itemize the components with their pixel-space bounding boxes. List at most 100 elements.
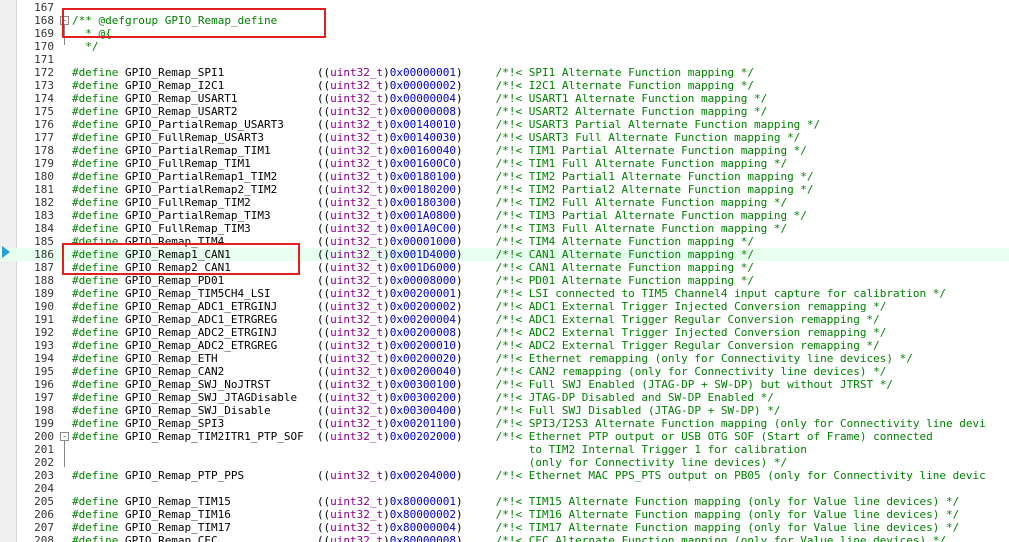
- code-line[interactable]: 198 #define GPIO_Remap_SWJ_Disable ((uint32…: [0, 404, 1009, 417]
- inline-comment: /*!< USART1 Alternate Function mapping *…: [495, 92, 768, 105]
- open-paren: ((: [316, 66, 331, 79]
- code-line[interactable]: 171: [0, 53, 1009, 66]
- define-keyword: #define: [72, 92, 119, 105]
- line-number: 178: [34, 144, 54, 157]
- define-keyword: #define: [72, 352, 119, 365]
- line-number: 191: [34, 313, 54, 326]
- define-keyword: #define: [72, 287, 119, 300]
- code-line[interactable]: 179 #define GPIO_FullRemap_TIM1 ((uint32_t)…: [0, 157, 1009, 170]
- close-paren: ): [383, 92, 390, 105]
- code-line[interactable]: 192 #define GPIO_Remap_ADC2_ETRGINJ ((uint3…: [0, 326, 1009, 339]
- inline-comment: /*!< Ethernet MAC PPS_PTS output on PB05…: [495, 469, 986, 482]
- close-paren: ): [383, 287, 390, 300]
- inline-comment: /*!< Ethernet PTP output or USB OTG SOF …: [495, 430, 933, 443]
- code-line[interactable]: 178 #define GPIO_PartialRemap_TIM1 ((uint32…: [0, 144, 1009, 157]
- close-paren: ): [383, 248, 390, 261]
- inline-comment: /*!< TIM15 Alternate Function mapping (o…: [495, 495, 960, 508]
- code-line[interactable]: 180 #define GPIO_PartialRemap1_TIM2 ((uint3…: [0, 170, 1009, 183]
- hex-value: 0x00000004: [389, 92, 456, 105]
- code-line[interactable]: 203 #define GPIO_Remap_PTP_PPS ((uint32_t) 0…: [0, 469, 1009, 482]
- code-line[interactable]: 184 #define GPIO_FullRemap_TIM3 ((uint32_t)…: [0, 222, 1009, 235]
- code-line[interactable]: 182 #define GPIO_FullRemap_TIM2 ((uint32_t)…: [0, 196, 1009, 209]
- code-line[interactable]: 205 #define GPIO_Remap_TIM15 ((uint32_t) 0x8…: [0, 495, 1009, 508]
- inline-comment: /*!< TIM3 Partial Alternate Function map…: [495, 209, 807, 222]
- define-keyword: #define: [72, 144, 119, 157]
- type-name: uint32_t: [330, 222, 384, 235]
- code-line[interactable]: 173 #define GPIO_Remap_I2C1 ((uint32_t) 0x00…: [0, 79, 1009, 92]
- close-paren: ): [455, 300, 463, 313]
- code-line[interactable]: 193 #define GPIO_Remap_ADC2_ETRGREG ((uint3…: [0, 339, 1009, 352]
- open-paren: ((: [316, 209, 331, 222]
- code-line[interactable]: 191 #define GPIO_Remap_ADC1_ETRGREG ((uint3…: [0, 313, 1009, 326]
- define-keyword: #define: [72, 274, 119, 287]
- fold-toggle-icon[interactable]: -: [60, 432, 69, 441]
- hex-value: 0x001D4000: [389, 248, 456, 261]
- code-line[interactable]: 175 #define GPIO_Remap_USART2 ((uint32_t) 0x…: [0, 105, 1009, 118]
- line-number: 194: [34, 352, 54, 365]
- code-line[interactable]: 201 to TIM2 Internal Trigger 1 for calib…: [0, 443, 1009, 456]
- code-line[interactable]: 183 #define GPIO_PartialRemap_TIM3 ((uint32…: [0, 209, 1009, 222]
- line-number: 188: [34, 274, 54, 287]
- code-line[interactable]: 172 #define GPIO_Remap_SPI1 ((uint32_t) 0x00…: [0, 66, 1009, 79]
- code-line[interactable]: 188 #define GPIO_Remap_PD01 ((uint32_t) 0x00…: [0, 274, 1009, 287]
- open-paren: ((: [316, 378, 331, 391]
- code-line[interactable]: 200- #define GPIO_Remap_TIM2ITR1_PTP_SOF ((…: [0, 430, 1009, 443]
- code-line[interactable]: 207 #define GPIO_Remap_TIM17 ((uint32_t) 0x8…: [0, 521, 1009, 534]
- hex-value: 0x00140010: [389, 118, 456, 131]
- type-name: uint32_t: [330, 352, 384, 365]
- open-paren: ((: [316, 144, 331, 157]
- code-line[interactable]: 190 #define GPIO_Remap_ADC1_ETRGINJ ((uint3…: [0, 300, 1009, 313]
- open-paren: ((: [316, 508, 331, 521]
- code-line[interactable]: 194 #define GPIO_Remap_ETH ((uint32_t) 0x002…: [0, 352, 1009, 365]
- macro-name: GPIO_PartialRemap_TIM1: [124, 144, 271, 157]
- macro-name: GPIO_Remap_ADC1_ETRGREG: [124, 313, 278, 326]
- hex-value: 0x00180200: [389, 183, 456, 196]
- open-paren: ((: [316, 495, 331, 508]
- line-number: 181: [34, 183, 54, 196]
- line-number: 204: [34, 482, 54, 495]
- code-line[interactable]: 189 #define GPIO_Remap_TIM5CH4_LSI ((uint32…: [0, 287, 1009, 300]
- line-number: 177: [34, 131, 54, 144]
- hex-value: 0x00200008: [389, 326, 456, 339]
- macro-name: GPIO_PartialRemap_TIM3: [124, 209, 271, 222]
- code-line[interactable]: 195 #define GPIO_Remap_CAN2 ((uint32_t) 0x00…: [0, 365, 1009, 378]
- type-name: uint32_t: [330, 508, 384, 521]
- macro-name: GPIO_FullRemap_TIM1: [124, 157, 251, 170]
- code-line[interactable]: 177 #define GPIO_FullRemap_USART3 ((uint32_…: [0, 131, 1009, 144]
- close-paren: ): [455, 378, 463, 391]
- code-line[interactable]: 196 #define GPIO_Remap_SWJ_NoJTRST ((uint32…: [0, 378, 1009, 391]
- line-number: 205: [34, 495, 54, 508]
- close-paren: ): [455, 144, 463, 157]
- open-paren: ((: [316, 222, 331, 235]
- hex-value: 0x00300400: [389, 404, 456, 417]
- inline-comment: /*!< ADC1 External Trigger Regular Conve…: [495, 313, 880, 326]
- close-paren: ): [455, 534, 463, 542]
- code-line[interactable]: 208 #define GPIO_Remap_CEC ((uint32_t) 0x800…: [0, 534, 1009, 542]
- code-line[interactable]: 181 #define GPIO_PartialRemap2_TIM2 ((uint3…: [0, 183, 1009, 196]
- code-line[interactable]: 199 #define GPIO_Remap_SPI3 ((uint32_t) 0x00…: [0, 417, 1009, 430]
- highlight-box-can1-remap: [62, 243, 300, 275]
- hex-value: 0x00000001: [389, 66, 456, 79]
- close-paren: ): [383, 378, 390, 391]
- open-paren: ((: [316, 157, 331, 170]
- line-number: 190: [34, 300, 54, 313]
- code-line[interactable]: 170 */: [0, 40, 1009, 53]
- open-paren: ((: [316, 417, 331, 430]
- open-paren: ((: [316, 118, 331, 131]
- code-line[interactable]: 204: [0, 482, 1009, 495]
- hex-value: 0x00200001: [389, 287, 456, 300]
- close-paren: ): [455, 196, 463, 209]
- hex-value: 0x001600C0: [389, 157, 456, 170]
- inline-comment: /*!< USART3 Partial Alternate Function m…: [495, 118, 821, 131]
- code-editor[interactable]: 167 168-/** @defgroup GPIO_Remap_define 16…: [0, 0, 1009, 542]
- macro-name: GPIO_Remap_TIM2ITR1_PTP_SOF: [124, 430, 304, 443]
- code-line[interactable]: 202 (only for Connectivity line devices)…: [0, 456, 1009, 469]
- code-line[interactable]: 197 #define GPIO_Remap_SWJ_JTAGDisable ((ui…: [0, 391, 1009, 404]
- type-name: uint32_t: [330, 66, 384, 79]
- type-name: uint32_t: [330, 326, 384, 339]
- code-line[interactable]: 174 #define GPIO_Remap_USART1 ((uint32_t) 0x…: [0, 92, 1009, 105]
- hex-value: 0x00200002: [389, 300, 456, 313]
- code-line[interactable]: 176 #define GPIO_PartialRemap_USART3 ((uint…: [0, 118, 1009, 131]
- close-paren: ): [455, 170, 463, 183]
- code-line[interactable]: 206 #define GPIO_Remap_TIM16 ((uint32_t) 0x8…: [0, 508, 1009, 521]
